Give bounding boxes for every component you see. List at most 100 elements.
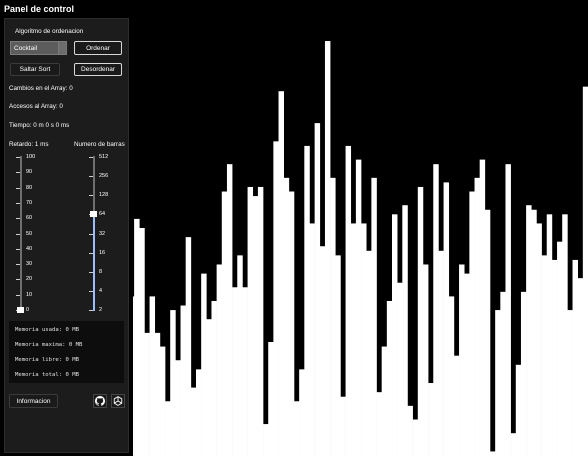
array-bar: [216, 264, 223, 456]
bar-count-tick: [89, 310, 93, 311]
array-bar: [196, 369, 202, 456]
array-bar: [577, 278, 584, 456]
array-bar: [453, 355, 460, 456]
array-bar: [170, 310, 176, 456]
bar-count-tick-label: 64: [99, 211, 106, 218]
delay-tick: [16, 294, 20, 296]
delay-tick-label: 10: [26, 291, 33, 298]
bar-count-tick-label: 2: [99, 307, 103, 313]
delay-tick-label: 100: [26, 154, 36, 160]
array-bar: [474, 177, 480, 456]
delay-tick: [16, 172, 20, 174]
array-bar: [562, 214, 568, 456]
bar-count-tick: [89, 271, 93, 273]
delay-tick-label: 0: [26, 307, 30, 313]
algorithm-dropdown[interactable]: Cocktail: [10, 41, 67, 55]
bar-count-tick-label: 16: [99, 249, 106, 256]
array-bar: [515, 364, 522, 456]
array-bar: [273, 141, 279, 456]
array-bar: [165, 401, 171, 456]
array-bar: [221, 191, 228, 456]
elapsed-time: Tiempo: 0 m 0 s 0 ms: [9, 122, 70, 129]
algorithm-selected-value: Cocktail: [14, 44, 38, 52]
array-bar: [206, 319, 212, 456]
array-bar: [149, 296, 156, 456]
delay-tick: [16, 264, 20, 266]
skip-sort-button[interactable]: Saltar Sort: [10, 63, 60, 76]
delay-tick-label: 30: [26, 261, 33, 268]
shuffle-button[interactable]: Desordenar: [74, 63, 122, 76]
array-bar: [402, 205, 408, 456]
array-bar: [371, 177, 377, 456]
array-bar: [226, 164, 233, 456]
array-bar: [361, 223, 367, 456]
delay-tick-label: 50: [26, 230, 33, 237]
array-bar: [536, 223, 542, 456]
bar-count-slider-handle[interactable]: [90, 211, 97, 218]
delay-tick-label: 40: [26, 245, 33, 252]
array-bar: [345, 145, 352, 456]
delay-tick-label: 90: [26, 169, 33, 176]
delay-tick: [16, 233, 20, 235]
array-bar: [428, 383, 434, 456]
array-bar: [355, 159, 362, 456]
array-bar: [180, 305, 186, 456]
bar-count-tick: [89, 233, 93, 235]
array-bar: [546, 214, 553, 456]
accesses-counter: Accesos al Array: 0: [9, 103, 63, 110]
array-bar: [381, 346, 388, 456]
bar-count-tick: [89, 157, 93, 158]
delay-label: Retardo: 1 ms: [9, 141, 49, 148]
array-bar: [175, 360, 181, 456]
array-bar: [557, 241, 563, 456]
array-bar: [443, 182, 450, 456]
bar-count-tick-label: 4: [99, 287, 103, 294]
delay-tick-label: 80: [26, 184, 33, 191]
array-bar: [397, 282, 403, 456]
delay-tick: [16, 157, 20, 158]
array-bar: [190, 387, 197, 456]
delay-slider-handle[interactable]: [17, 307, 24, 313]
unity-icon[interactable]: [111, 394, 125, 408]
memory-used: Memoria usada: 0 MB: [15, 327, 79, 333]
array-bar: [505, 164, 511, 456]
memory-max: Memoria maxima: 0 MB: [15, 342, 83, 348]
bar-count-slider-fill: [93, 215, 95, 311]
array-bar: [278, 91, 284, 456]
panel-title: Panel de control: [4, 4, 75, 14]
sort-button[interactable]: Ordenar: [74, 41, 122, 55]
delay-tick: [16, 187, 20, 189]
bar-count-tick: [89, 195, 93, 197]
array-bar: [433, 164, 439, 456]
array-bar: [531, 209, 537, 456]
array-bar: [376, 392, 382, 456]
array-bar: [139, 228, 145, 456]
delay-tick: [16, 218, 20, 220]
info-button[interactable]: Informacion: [9, 394, 58, 408]
memory-total: Memoria total: 0 MB: [15, 372, 79, 378]
array-bar: [252, 196, 259, 456]
array-bar: [294, 401, 300, 456]
algorithm-section-label: Algoritmo de ordenacion: [15, 28, 84, 35]
delay-slider-track[interactable]: [20, 156, 22, 311]
array-bar: [237, 255, 243, 456]
array-bar: [304, 145, 310, 456]
array-bar: [484, 209, 491, 456]
github-icon[interactable]: [93, 394, 107, 408]
swaps-counter: Cambios en el Array: 0: [9, 85, 73, 92]
array-bar: [268, 342, 274, 456]
bar-count-tick-label: 32: [99, 230, 106, 237]
array-bar: [319, 246, 326, 456]
array-bar: [572, 259, 578, 456]
bar-count-tick: [89, 176, 93, 178]
bar-count-tick-label: 256: [99, 173, 109, 180]
memory-panel: Memoria usada: 0 MB Memoria maxima: 0 MB…: [9, 321, 124, 383]
array-bar: [510, 433, 517, 456]
panel-body: Algoritmo de ordenacion Cocktail Ordenar…: [4, 18, 129, 453]
bar-count-label: Numero de barras: [74, 141, 125, 148]
array-bar: [299, 369, 305, 456]
array-bar: [422, 264, 429, 456]
delay-tick-label: 20: [26, 276, 33, 283]
dropdown-arrow-icon[interactable]: [58, 42, 66, 54]
delay-tick: [16, 202, 20, 204]
